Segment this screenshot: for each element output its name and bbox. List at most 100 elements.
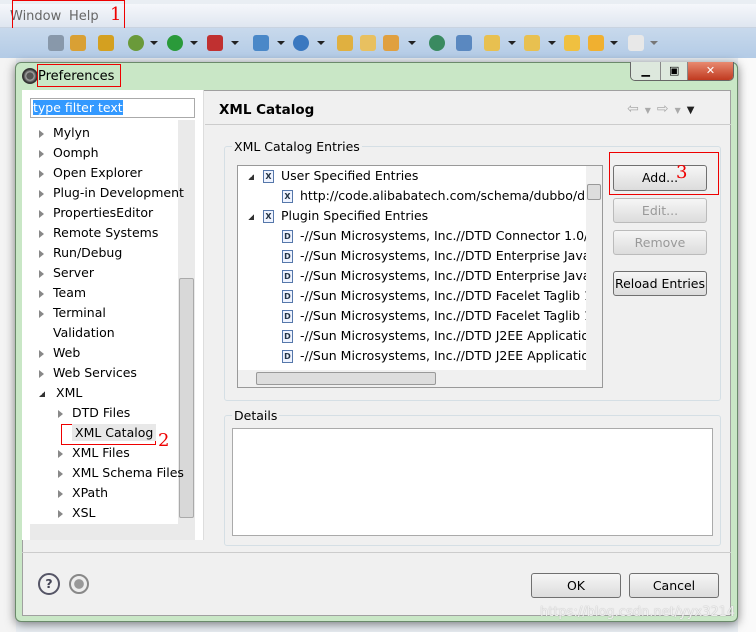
next-annotation-icon[interactable] bbox=[48, 35, 64, 51]
expand-icon[interactable] bbox=[39, 269, 44, 278]
prev-edit-dropdown-icon[interactable] bbox=[548, 41, 556, 45]
tree-item[interactable]: DTD Files bbox=[58, 405, 130, 420]
next-edit-dropdown-icon[interactable] bbox=[508, 41, 516, 45]
edit-button[interactable]: Edit... bbox=[613, 198, 707, 223]
forward-icon[interactable] bbox=[628, 35, 644, 51]
expand-icon[interactable] bbox=[58, 509, 63, 518]
debug-dropdown-icon[interactable] bbox=[150, 41, 158, 45]
expand-icon[interactable] bbox=[39, 369, 44, 378]
ok-button[interactable]: OK bbox=[531, 573, 621, 598]
expand-icon[interactable] bbox=[58, 409, 63, 418]
open-type-icon[interactable] bbox=[360, 35, 376, 51]
search-icon[interactable] bbox=[456, 35, 472, 51]
forward-history-dropdown-icon[interactable]: ▼ bbox=[675, 106, 687, 115]
back-arrow-icon[interactable]: ⇦ bbox=[627, 101, 645, 117]
tree-item[interactable]: PropertiesEditor bbox=[39, 205, 153, 220]
tree-item[interactable]: XML bbox=[39, 385, 82, 400]
tree-item[interactable]: Remote Systems bbox=[39, 225, 158, 240]
tree-item[interactable]: Open Explorer bbox=[39, 165, 142, 180]
next-edit-icon[interactable] bbox=[484, 35, 500, 51]
catalog-entry[interactable]: D -//Sun Microsystems, Inc.//DTD Facelet … bbox=[282, 308, 602, 323]
expand-icon[interactable] bbox=[39, 309, 44, 318]
catalog-entry[interactable]: D -//Sun Microsystems, Inc.//DTD Enterpri… bbox=[282, 248, 602, 263]
run-icon[interactable] bbox=[167, 35, 183, 51]
expand-icon[interactable] bbox=[58, 469, 63, 478]
expand-icon[interactable] bbox=[58, 489, 63, 498]
minimize-button[interactable]: ▁ bbox=[631, 62, 661, 80]
help-icon[interactable]: ? bbox=[38, 573, 60, 595]
expand-icon[interactable] bbox=[39, 289, 44, 298]
filter-input[interactable]: type filter text bbox=[30, 98, 195, 118]
entries-hscroll-thumb[interactable] bbox=[256, 372, 436, 385]
edit-icon[interactable] bbox=[383, 35, 399, 51]
back-dropdown-icon[interactable] bbox=[610, 41, 618, 45]
tree-item[interactable]: Validation bbox=[39, 325, 115, 340]
tree-item[interactable]: Web Services bbox=[39, 365, 137, 380]
collapse-icon[interactable] bbox=[248, 213, 254, 220]
tree-scrollbar-thumb[interactable] bbox=[179, 278, 194, 518]
plugin-entries-node[interactable]: X Plugin Specified Entries bbox=[248, 208, 428, 223]
expand-icon[interactable] bbox=[39, 229, 44, 238]
step-icon[interactable] bbox=[70, 35, 86, 51]
expand-icon[interactable] bbox=[39, 249, 44, 258]
tree-item[interactable]: Oomph bbox=[39, 145, 99, 160]
external-tools-dropdown-icon[interactable] bbox=[231, 41, 239, 45]
collapse-icon[interactable] bbox=[39, 390, 45, 397]
catalog-entry[interactable]: D -//Sun Microsystems, Inc.//DTD Connecto… bbox=[282, 228, 602, 243]
catalog-entries-tree[interactable]: X User Specified Entries Xhttp://code.alib… bbox=[237, 165, 603, 388]
globe-icon[interactable] bbox=[429, 35, 445, 51]
run-dropdown-icon[interactable] bbox=[190, 41, 198, 45]
save-icon[interactable] bbox=[98, 35, 114, 51]
debug-icon[interactable] bbox=[128, 35, 144, 51]
tree-item[interactable]: Server bbox=[39, 265, 94, 280]
tree-item[interactable]: Mylyn bbox=[39, 125, 90, 140]
reload-entries-button[interactable]: Reload Entries bbox=[613, 271, 707, 296]
spring-dropdown-icon[interactable] bbox=[317, 41, 325, 45]
details-textarea[interactable] bbox=[232, 428, 713, 536]
forward-dropdown-icon[interactable] bbox=[650, 41, 658, 45]
entries-scroll-thumb[interactable] bbox=[587, 184, 601, 200]
external-tools-icon[interactable] bbox=[207, 35, 223, 51]
close-button[interactable]: ✕ bbox=[686, 62, 733, 80]
user-entries-node[interactable]: X User Specified Entries bbox=[248, 168, 418, 183]
tree-item[interactable]: Run/Debug bbox=[39, 245, 122, 260]
expand-icon[interactable] bbox=[39, 129, 44, 138]
view-menu-icon[interactable]: ▼ bbox=[687, 105, 701, 116]
tree-item[interactable]: Team bbox=[39, 285, 86, 300]
edit-dropdown-icon[interactable] bbox=[408, 41, 416, 45]
new-server-icon[interactable] bbox=[253, 35, 269, 51]
import-export-icon[interactable] bbox=[69, 574, 89, 594]
spring-icon[interactable] bbox=[293, 35, 309, 51]
tree-item[interactable]: XML Files bbox=[58, 445, 130, 460]
expand-icon[interactable] bbox=[39, 149, 44, 158]
tree-item[interactable]: XML Schema Files bbox=[58, 465, 184, 480]
catalog-entry[interactable]: D -//Sun Microsystems, Inc.//DTD Enterpri… bbox=[282, 268, 602, 283]
tree-horizontal-scrollbar[interactable] bbox=[30, 524, 178, 540]
prev-edit-icon[interactable] bbox=[524, 35, 540, 51]
tree-item[interactable]: XSL bbox=[58, 505, 95, 520]
add-button[interactable]: Add... bbox=[613, 165, 707, 191]
open-folder-icon[interactable] bbox=[337, 35, 353, 51]
collapse-icon[interactable] bbox=[248, 173, 254, 180]
remove-button[interactable]: Remove bbox=[613, 230, 707, 255]
tree-item[interactable]: Terminal bbox=[39, 305, 106, 320]
tree-item[interactable]: Plug-in Development bbox=[39, 185, 184, 200]
tree-item[interactable]: XPath bbox=[58, 485, 108, 500]
entries-vertical-scrollbar[interactable] bbox=[586, 166, 602, 371]
expand-icon[interactable] bbox=[39, 189, 44, 198]
catalog-entry[interactable]: D -//Sun Microsystems, Inc.//DTD J2EE App… bbox=[282, 348, 597, 363]
tree-item[interactable]: Web bbox=[39, 345, 80, 360]
catalog-entry[interactable]: Xhttp://code.alibabatech.com/schema/dubb… bbox=[282, 188, 602, 203]
catalog-entry[interactable]: D -//Sun Microsystems, Inc.//DTD Facelet … bbox=[282, 288, 602, 303]
catalog-entry[interactable]: D -//Sun Microsystems, Inc.//DTD J2EE App… bbox=[282, 328, 597, 343]
forward-arrow-icon[interactable]: ⇨ bbox=[657, 101, 675, 117]
new-server-dropdown-icon[interactable] bbox=[277, 41, 285, 45]
expand-icon[interactable] bbox=[39, 169, 44, 178]
cancel-button[interactable]: Cancel bbox=[629, 573, 719, 598]
tree-item[interactable]: XML Catalog bbox=[58, 424, 157, 441]
entries-horizontal-scrollbar[interactable] bbox=[238, 370, 602, 387]
maximize-button[interactable]: ▣ bbox=[660, 62, 687, 80]
back-icon[interactable] bbox=[588, 35, 604, 51]
expand-icon[interactable] bbox=[39, 349, 44, 358]
expand-icon[interactable] bbox=[39, 209, 44, 218]
